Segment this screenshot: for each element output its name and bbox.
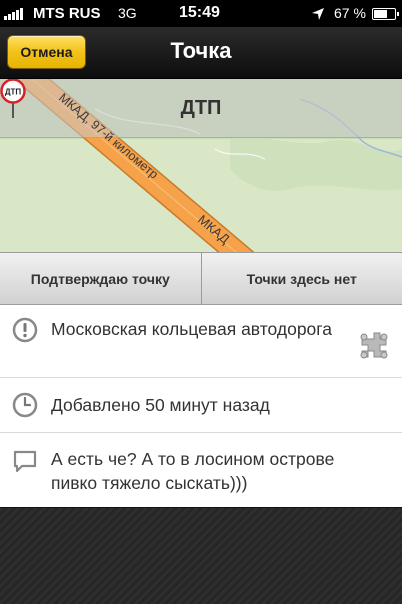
action-bar: Подтверждаю точку Точки здесь нет: [0, 252, 402, 305]
battery-percent: 67 %: [334, 5, 366, 21]
road-name: Московская кольцевая автодорога: [51, 319, 333, 339]
clock-icon: [12, 392, 38, 418]
battery-fill: [374, 10, 388, 18]
network-type: 3G: [118, 5, 137, 21]
road-sign-icon[interactable]: [358, 329, 390, 361]
road-label-upper: МКАД, 97-й километр: [56, 91, 161, 182]
deny-point-button[interactable]: Точки здесь нет: [202, 253, 402, 304]
exclamation-icon: [12, 317, 38, 343]
info-list: Московская кольцевая автодорога Добавлен…: [0, 305, 402, 507]
pin-label: ДТП: [5, 88, 22, 97]
info-row-comment: А есть че? А то в лосином острове пивко …: [0, 433, 402, 507]
added-time: Добавлено 50 минут назад: [51, 395, 270, 415]
navigation-bar: Отмена Точка: [0, 27, 402, 79]
info-row-time: Добавлено 50 минут назад: [0, 378, 402, 433]
page-title: Точка: [170, 38, 232, 63]
incident-pin-icon[interactable]: ДТП: [0, 79, 26, 119]
info-row-road: Московская кольцевая автодорога: [0, 305, 402, 378]
battery-icon: [372, 8, 399, 20]
comment-icon: [13, 450, 37, 473]
comment-text: А есть че? А то в лосином острове пивко …: [51, 449, 335, 493]
signal-bars-icon: [4, 8, 23, 20]
road-label-lower: МКАД: [195, 212, 233, 247]
road-labels: МКАД, 97-й километр МКАД: [56, 91, 233, 247]
location-arrow-icon: [312, 8, 324, 20]
carrier-name: MTS RUS: [33, 5, 101, 22]
background-area: [0, 507, 402, 604]
map-view[interactable]: ДТП МКАД, 97-й километр МКАД ДТП: [0, 79, 402, 252]
status-bar: MTS RUS 3G 15:49 67 %: [0, 0, 402, 27]
clock: 15:49: [179, 4, 220, 21]
confirm-point-button[interactable]: Подтверждаю точку: [0, 253, 202, 304]
